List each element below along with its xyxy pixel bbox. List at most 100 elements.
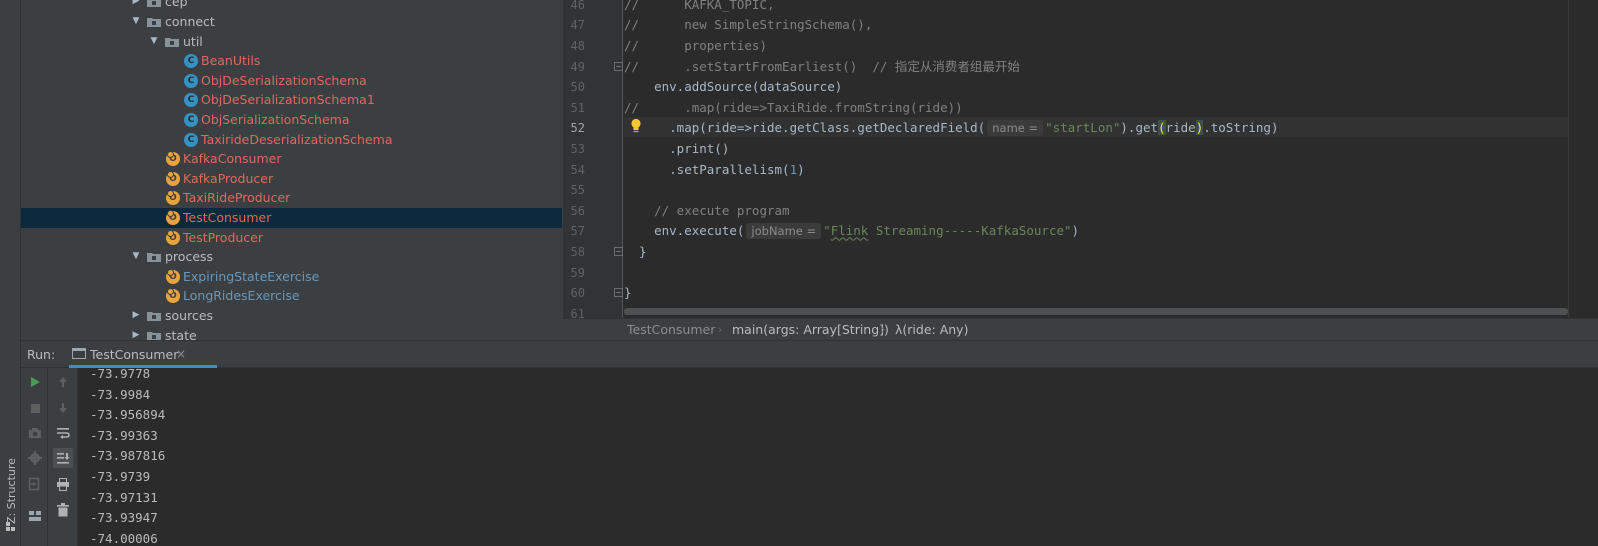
tree-item-label: TestConsumer [183, 210, 272, 225]
dump-threads-button[interactable] [25, 423, 45, 443]
tree-item[interactable]: C ObjSerializationSchema [21, 110, 562, 130]
param-hint-jobname: jobName = [746, 223, 822, 240]
console-line: -73.93947 [90, 510, 158, 526]
line-number: 47 [570, 18, 585, 33]
tree-item-label: KafkaConsumer [183, 151, 282, 167]
layout-button[interactable] [25, 506, 45, 526]
tree-item[interactable]: ▼ process [21, 247, 562, 267]
layout-icon [29, 511, 41, 521]
tree-item[interactable]: O TestConsumer [21, 208, 562, 228]
tree-item[interactable]: O TaxiRideProducer [21, 188, 562, 208]
close-icon[interactable]: × [176, 347, 186, 361]
print-button[interactable] [53, 474, 73, 494]
chevron-down-icon[interactable]: ▼ [131, 247, 141, 267]
tree-item[interactable]: C ObjDeSerializationSchema [21, 71, 562, 91]
tree-item[interactable]: ▶ state [21, 326, 562, 340]
chevron-down-icon[interactable]: ▼ [149, 32, 159, 52]
lightbulb-icon[interactable] [630, 118, 642, 134]
code-line-52: .map(ride=>ride.getClass.getDeclaredFiel… [624, 118, 1278, 139]
scroll-to-end-button[interactable] [53, 448, 73, 468]
tree-item[interactable]: ▼ connect [21, 12, 562, 32]
package-folder-icon [147, 253, 161, 263]
soft-wrap-icon [57, 428, 70, 439]
chevron-right-icon[interactable]: ▶ [131, 0, 141, 12]
breadcrumb-file[interactable]: TestConsumer [627, 319, 715, 341]
tree-item-label: TestProducer [183, 229, 264, 245]
fold-marker[interactable]: − [614, 62, 623, 71]
code-line-51: // .map(ride=>TaxiRide.fromString(ride)) [624, 99, 963, 115]
tree-item[interactable]: O ExpiringStateExercise [21, 267, 562, 287]
stop-button[interactable] [25, 398, 45, 418]
chevron-down-icon[interactable]: ▼ [131, 12, 141, 32]
code-text: ) [1071, 223, 1080, 239]
package-folder-icon [147, 331, 161, 340]
scroll-down-button[interactable] [53, 398, 73, 418]
tree-item[interactable]: C BeanUtils [21, 51, 562, 71]
fold-marker[interactable]: − [614, 247, 623, 256]
scala-object-icon: O [166, 210, 180, 225]
scroll-up-button[interactable] [53, 372, 73, 392]
left-tool-stripe: Z: Structure [0, 0, 21, 546]
console-line: -74.00006 [90, 530, 158, 546]
code-line-50: env.addSource(dataSource) [624, 79, 843, 95]
tree-item[interactable]: ▶ cep [21, 0, 562, 12]
console-line: -73.9778 [90, 368, 151, 381]
run-toolbar-primary [21, 368, 48, 546]
code-line-49: // .setStartFromEarliest() // 指定从消费者组最开始 [624, 58, 1020, 74]
code-line-48: // properties) [624, 38, 767, 53]
code-text: .toString) [1203, 120, 1279, 136]
run-panel-header: Run: TestConsumer × [21, 340, 1598, 368]
exit-button[interactable] [25, 474, 45, 494]
tree-item-label: ObjDeSerializationSchema [201, 72, 367, 88]
project-tree: ▶ cep ▼ connect ▼ util C BeanUtils C ObjDeSeriali… [21, 0, 563, 340]
code-editor[interactable]: // KAFKA_TOPIC, // new SimpleStringSchem… [624, 0, 1598, 318]
breadcrumb-method[interactable]: main(args: Array[String]) [732, 319, 889, 341]
tree-item-label: cep [165, 0, 188, 10]
tree-item[interactable]: O KafkaConsumer [21, 149, 562, 169]
tree-item-label: LongRidesExercise [183, 288, 300, 304]
scala-object-icon: O [166, 229, 180, 245]
tree-item-label: process [165, 249, 214, 265]
tree-item[interactable]: C ObjDeSerializationSchema1 [21, 90, 562, 110]
string-literal: "startLon" [1045, 120, 1121, 136]
chevron-right-icon[interactable]: ▶ [131, 326, 141, 340]
clear-all-button[interactable] [53, 500, 73, 520]
code-line-46: // KAFKA_TOPIC, [624, 0, 775, 12]
tree-item[interactable]: O TestProducer [21, 228, 562, 248]
scala-object-icon: O [166, 268, 180, 284]
soft-wrap-button[interactable] [53, 423, 73, 443]
code-line-47: // new SimpleStringSchema(), [624, 17, 873, 33]
tree-item[interactable]: C TaxirideDeserializationSchema [21, 130, 562, 150]
line-number: 48 [570, 39, 585, 53]
rerun-button[interactable] [25, 372, 45, 392]
line-number: 59 [570, 265, 585, 280]
line-number: 58 [570, 245, 585, 259]
chevron-right-icon[interactable]: ▶ [131, 306, 141, 326]
tree-item[interactable]: ▼ util [21, 32, 562, 52]
tree-item-label: BeanUtils [201, 53, 261, 69]
fold-column [615, 0, 623, 318]
code-line-57: env.execute(jobName = "Flink Streaming---… [624, 221, 1079, 242]
tree-item-label: ObjDeSerializationSchema1 [201, 92, 375, 108]
fold-marker[interactable]: − [614, 288, 623, 297]
breadcrumb: TestConsumer › main(args: Array[String])… [563, 318, 1598, 340]
tree-item[interactable]: ▶ sources [21, 306, 562, 326]
line-number: 51 [570, 100, 585, 115]
settings-button[interactable] [25, 448, 45, 468]
breadcrumb-lambda[interactable]: λ(ride: Any) [895, 319, 968, 341]
line-number: 56 [570, 203, 585, 218]
string-literal: " [823, 223, 831, 239]
tree-item-label: connect [165, 14, 215, 29]
tree-item-label: sources [165, 308, 214, 323]
breadcrumb-separator: › [718, 323, 723, 336]
package-folder-icon [147, 18, 161, 27]
tree-item[interactable]: O KafkaProducer [21, 169, 562, 189]
scala-object-icon: O [166, 170, 180, 186]
run-tab-testconsumer[interactable]: TestConsumer × [69, 341, 217, 368]
code-text: env.execute( [624, 223, 745, 239]
line-number: 57 [570, 224, 585, 239]
tree-item[interactable]: O LongRidesExercise [21, 286, 562, 306]
structure-tool-tab[interactable]: Z: Structure [2, 420, 19, 536]
editor-horizontal-scrollbar[interactable] [624, 308, 1568, 315]
console-output[interactable]: -73.9778 -73.9984 -73.956894 -73.99363 -73.9… [79, 368, 1598, 546]
